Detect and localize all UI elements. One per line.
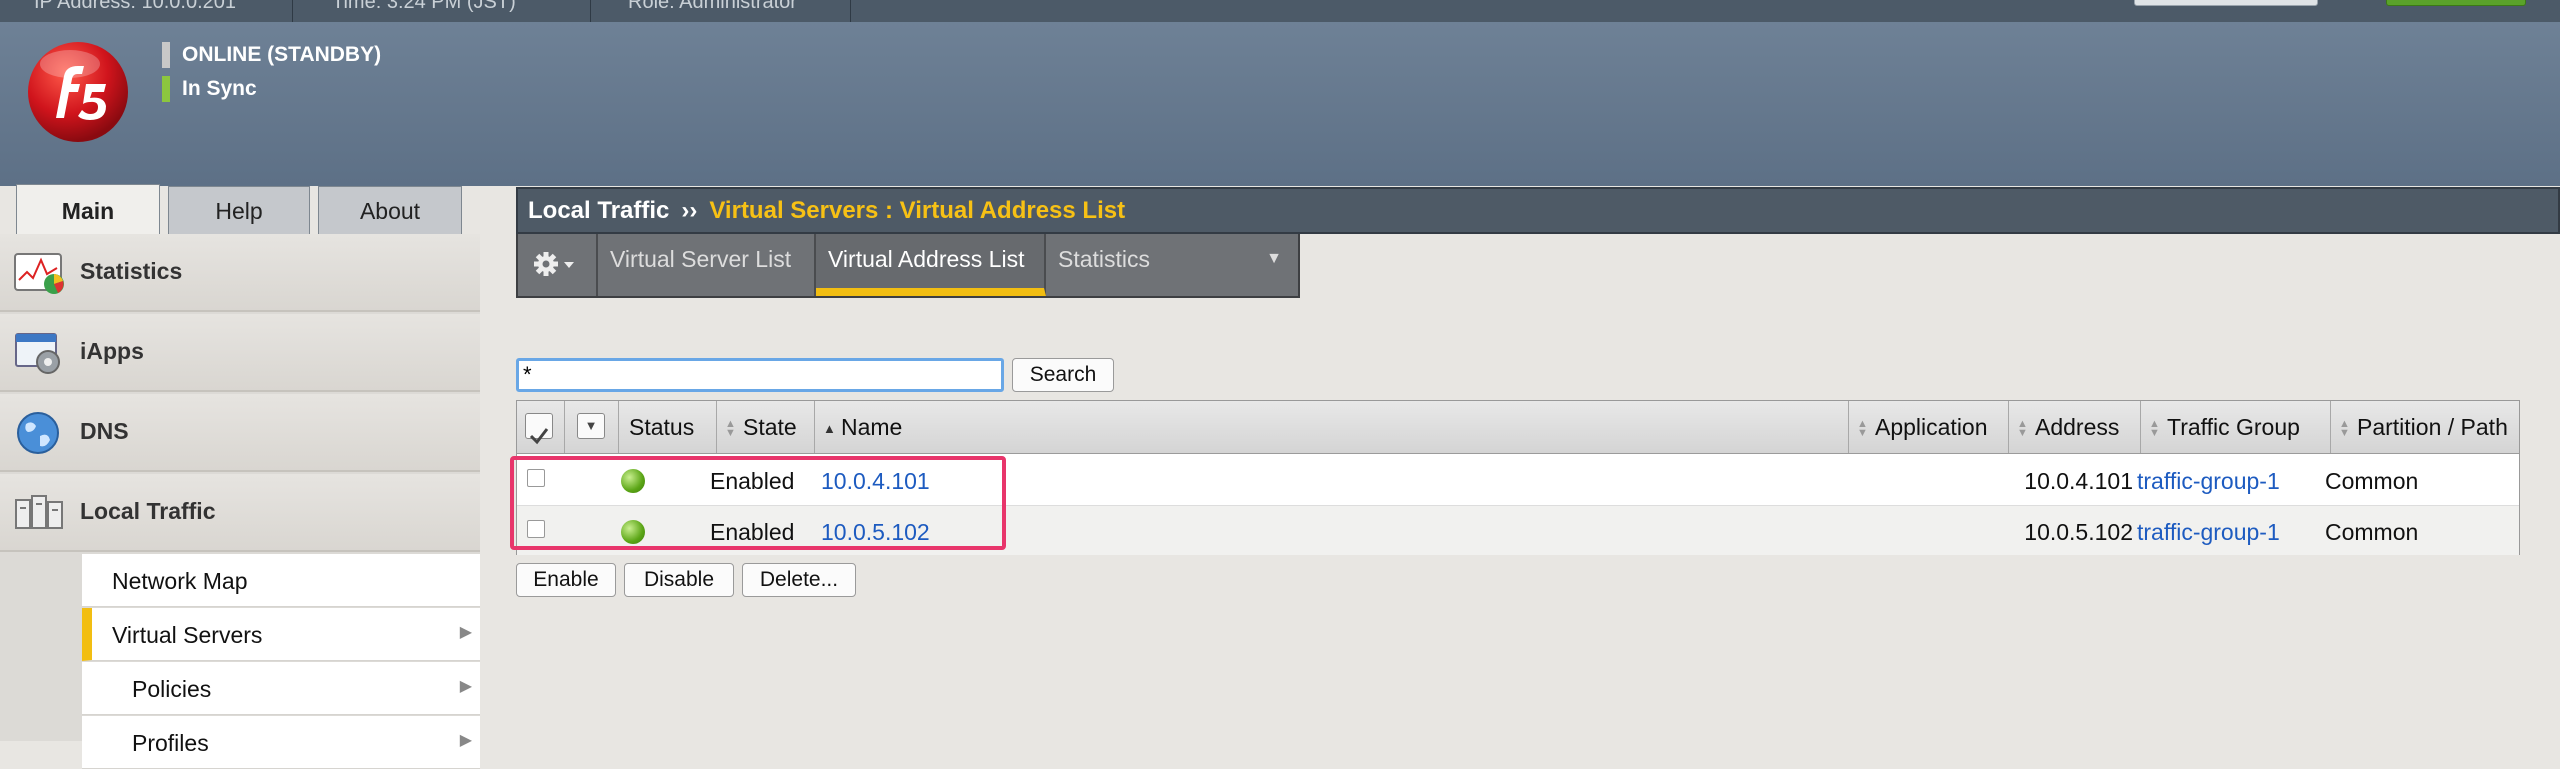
- iapps-icon: [15, 333, 60, 374]
- sidebar-subitem-profiles[interactable]: Profiles ▶: [82, 716, 480, 769]
- subtab-bar: Virtual Server List Virtual Address List…: [516, 234, 1300, 298]
- dns-globe-icon: [17, 412, 59, 454]
- statistics-icon: [14, 253, 64, 294]
- column-menu-header: ▼: [565, 401, 619, 453]
- search-button[interactable]: Search: [1012, 358, 1114, 392]
- checkmark-icon: [529, 428, 549, 445]
- sidebar-item-local-traffic[interactable]: Local Traffic: [0, 474, 480, 552]
- column-partition[interactable]: ▲ ▼ Partition / Path: [2331, 401, 2519, 453]
- gear-icon: [534, 252, 574, 276]
- row-address: 10.0.5.102: [2024, 519, 2133, 545]
- sidebar-subitem-virtual-servers[interactable]: Virtual Servers ▶: [82, 608, 480, 661]
- highlight-box: [510, 456, 1006, 550]
- sidebar: Statistics iApps DNS Local Traffic Netwo…: [0, 234, 480, 769]
- tab-statistics[interactable]: Statistics ▼: [1046, 234, 1298, 296]
- column-state[interactable]: ▲ ▼ State: [717, 401, 815, 453]
- select-all-header: [517, 401, 565, 453]
- sidebar-item-statistics[interactable]: Statistics: [0, 234, 480, 312]
- ip-address: IP Address: 10.0.0.201: [34, 0, 237, 13]
- sidebar-subitem-network-map[interactable]: Network Map: [82, 554, 480, 607]
- settings-menu-button[interactable]: [518, 234, 598, 296]
- sidebar-item-dns[interactable]: DNS: [0, 394, 480, 472]
- column-address[interactable]: ▲ ▼ Address: [2009, 401, 2141, 453]
- tab-virtual-address-list[interactable]: Virtual Address List: [816, 234, 1046, 296]
- chevron-down-icon: ▼: [1266, 250, 1282, 267]
- row-traffic-group-link[interactable]: traffic-group-1: [2137, 519, 2280, 546]
- column-traffic-group[interactable]: ▲ ▼ Traffic Group: [2141, 401, 2331, 453]
- search-input[interactable]: [516, 358, 1004, 392]
- sort-icon: ▲ ▼: [1857, 417, 1868, 439]
- enable-button[interactable]: Enable: [516, 563, 616, 597]
- disable-button[interactable]: Disable: [624, 563, 734, 597]
- f5-logo: [28, 42, 128, 142]
- sidebar-item-iapps[interactable]: iApps: [0, 314, 480, 392]
- delete-button[interactable]: Delete...: [742, 563, 856, 597]
- system-info-bar: IP Address: 10.0.0.201 Time: 3:24 PM (JS…: [0, 0, 2560, 22]
- row-partition: Common: [2325, 519, 2419, 545]
- select-all-checkbox[interactable]: [525, 413, 553, 445]
- sort-icon: ▲ ▼: [725, 417, 736, 439]
- row-address: 10.0.4.101: [2024, 468, 2133, 494]
- tab-about[interactable]: About: [318, 186, 462, 234]
- sync-status: In Sync: [162, 76, 257, 102]
- column-name[interactable]: ▲ Name: [815, 401, 1849, 453]
- breadcrumb-section[interactable]: Local Traffic: [528, 197, 669, 224]
- sort-icon: ▲ ▼: [2017, 417, 2028, 439]
- column-menu-dropdown[interactable]: ▼: [577, 413, 605, 439]
- chevron-right-icon: ▶: [459, 678, 472, 695]
- user-role: Role: Administrator: [628, 0, 797, 13]
- status-indicator: [162, 42, 170, 68]
- device-status: ONLINE (STANDBY): [162, 42, 381, 68]
- sort-ascending-icon: ▲: [823, 421, 836, 437]
- tab-virtual-server-list[interactable]: Virtual Server List: [598, 234, 816, 296]
- local-traffic-icon: [15, 495, 63, 529]
- chevron-right-icon: ▶: [459, 624, 472, 641]
- chevron-right-icon: ▶: [459, 732, 472, 749]
- sync-indicator: [162, 76, 170, 102]
- top-search-box[interactable]: [2134, 0, 2318, 6]
- chevron-down-icon: ▼: [584, 418, 598, 433]
- row-partition: Common: [2325, 468, 2419, 494]
- sort-icon: ▲ ▼: [2149, 417, 2160, 439]
- tab-main[interactable]: Main: [16, 184, 160, 236]
- page-title: Virtual Servers : Virtual Address List: [709, 197, 1126, 224]
- sort-icon: ▲ ▼: [2339, 417, 2350, 439]
- column-status[interactable]: Status: [619, 401, 717, 453]
- tab-help[interactable]: Help: [168, 186, 310, 234]
- sidebar-subitem-policies[interactable]: Policies ▶: [82, 662, 480, 715]
- row-traffic-group-link[interactable]: traffic-group-1: [2137, 468, 2280, 495]
- breadcrumb: Local Traffic ›› Virtual Servers : Virtual…: [516, 187, 2560, 234]
- logout-button[interactable]: [2386, 0, 2526, 6]
- header-banner: ONLINE (STANDBY) In Sync: [0, 22, 2560, 186]
- system-time: Time: 3:24 PM (JST): [332, 0, 516, 13]
- table-header: ▼ Status ▲ ▼ State ▲ Name ▲ ▼ Application ▲ ▼ A…: [517, 401, 2519, 454]
- column-application[interactable]: ▲ ▼ Application: [1849, 401, 2009, 453]
